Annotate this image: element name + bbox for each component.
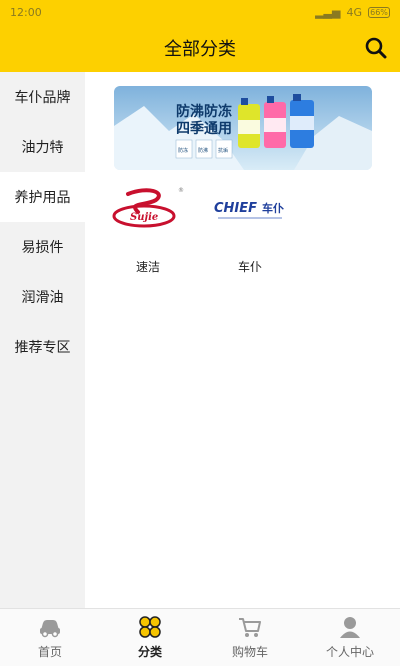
banner-headline-2: 四季通用 <box>176 120 232 137</box>
tab-label: 分类 <box>137 645 162 659</box>
tab-category[interactable]: 分类 <box>100 609 200 666</box>
cart-icon <box>239 618 261 637</box>
tab-label: 个人中心 <box>325 645 374 659</box>
signal-icon: ▂▃▅ <box>315 5 341 19</box>
battery-level: 66% <box>370 7 388 17</box>
brand-list: Sujie ® 速洁 CHIEF 车仆 车仆 <box>101 182 391 275</box>
battery-icon: 66% <box>368 6 390 18</box>
category-grid-icon <box>139 616 161 638</box>
category-content: 防沸防冻 四季通用 防冻 防沸 抗垢 Sujie ® 速洁 CHIEF 车仆 车… <box>85 72 400 608</box>
tab-label: 首页 <box>37 645 62 659</box>
banner-tag: 防冻 <box>178 147 188 154</box>
search-icon[interactable] <box>364 36 388 60</box>
brand-item-chief[interactable]: CHIEF 车仆 车仆 <box>203 182 297 275</box>
car-icon <box>40 620 60 638</box>
sidebar-item-label: 养护用品 <box>14 190 71 206</box>
page-title: 全部分类 <box>164 39 236 60</box>
sujie-logo-text: Sujie <box>130 212 158 223</box>
sidebar-item-youlite[interactable]: 油力特 <box>0 122 85 172</box>
status-bar: 12:00 ▂▃▅ 4G 66% <box>0 0 400 24</box>
sidebar-item-label: 车仆品牌 <box>14 90 71 106</box>
sidebar-item-label: 易损件 <box>21 240 64 256</box>
banner-tag: 防沸 <box>198 147 208 154</box>
sujie-logo: Sujie ® <box>112 187 184 228</box>
banner-tag: 抗垢 <box>218 147 228 154</box>
header: 全部分类 <box>0 24 400 72</box>
brand-item-sujie[interactable]: Sujie ® 速洁 <box>101 182 195 275</box>
sidebar-item-maintenance[interactable]: 养护用品 <box>0 172 85 222</box>
banner-headline-1: 防沸防冻 <box>176 103 232 120</box>
antifreeze-banner[interactable]: 防沸防冻 四季通用 防冻 防沸 抗垢 <box>114 86 372 170</box>
sidebar-item-chepu-brand[interactable]: 车仆品牌 <box>0 72 85 122</box>
sidebar-item-label: 推荐专区 <box>14 340 71 356</box>
chief-logo-text: CHIEF <box>214 201 257 216</box>
sidebar-item-label: 油力特 <box>21 140 64 156</box>
chief-logo: CHIEF 车仆 <box>214 201 284 219</box>
bottom-tab-bar: 首页 分类 购物车 个人中心 <box>0 608 400 666</box>
chief-logo-text-cn: 车仆 <box>262 201 284 215</box>
sidebar-item-lubricant[interactable]: 润滑油 <box>0 272 85 322</box>
sidebar-item-label: 润滑油 <box>21 290 64 306</box>
registered-mark: ® <box>178 187 184 194</box>
brand-name: 速洁 <box>135 260 160 274</box>
user-icon <box>340 617 360 638</box>
tab-profile[interactable]: 个人中心 <box>300 609 400 666</box>
sidebar-item-recommended[interactable]: 推荐专区 <box>0 322 85 372</box>
tab-cart[interactable]: 购物车 <box>200 609 300 666</box>
status-indicators: ▂▃▅ 4G 66% <box>315 6 390 19</box>
tab-label: 购物车 <box>231 645 268 659</box>
tab-home[interactable]: 首页 <box>0 609 100 666</box>
sidebar-item-wear-parts[interactable]: 易损件 <box>0 222 85 272</box>
category-sidebar: 车仆品牌 油力特 养护用品 易损件 润滑油 推荐专区 <box>0 72 85 608</box>
status-time: 12:00 <box>10 5 42 19</box>
network-type: 4G <box>346 5 362 19</box>
brand-name: 车仆 <box>237 260 262 274</box>
